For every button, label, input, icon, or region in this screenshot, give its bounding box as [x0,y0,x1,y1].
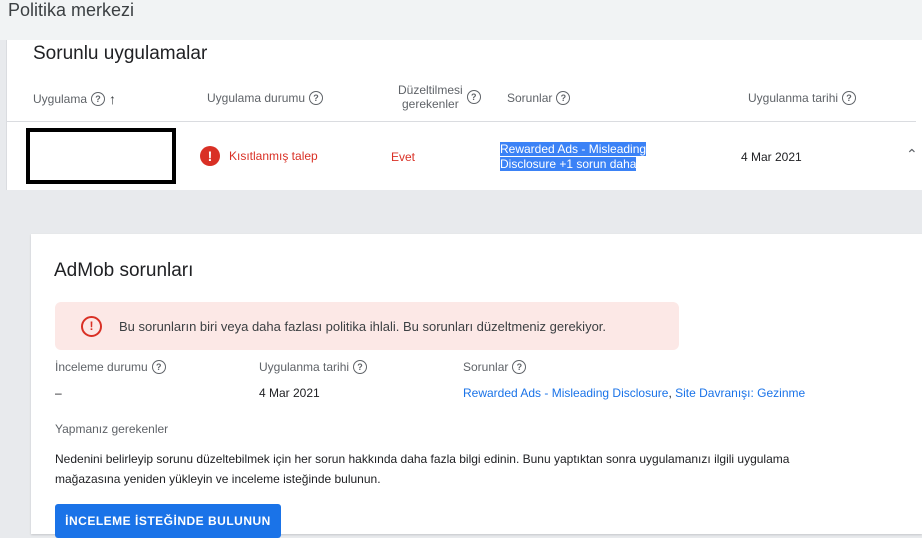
row-divider [6,121,916,122]
app-name-redacted[interactable] [26,128,176,184]
column-header-issues: Sorunlar ? [507,91,571,105]
issue-separator: , [668,386,672,400]
help-icon[interactable]: ? [512,360,527,374]
help-icon[interactable]: ? [842,91,857,105]
policy-alert: ! Bu sorunların biri veya daha fazlası p… [55,302,679,350]
issues-line1: Rewarded Ads - Misleading [500,142,647,156]
issues-cell[interactable]: Rewarded Ads - Misleading Disclosure +1 … [500,142,655,172]
review-status-label: İnceleme durumu ? [55,360,166,374]
column-label-fix-needed-line1: Düzeltilmesi [398,83,463,97]
column-label-fix-needed: Düzeltilmesi gerekenler [398,83,463,111]
column-label-fix-needed-line2: gerekenler [401,97,459,111]
issues-label-text: Sorunlar [463,360,509,374]
issue-links: Rewarded Ads - Misleading Disclosure, Si… [463,386,805,400]
todo-description: Nedenini belirleyip sorunu düzeltebilmek… [55,452,790,486]
enforcement-date-label-text: Uygulanma tarihi [259,360,350,374]
todo-label: Yapmanız gerekenler [55,422,169,436]
column-label-app: Uygulama [33,92,88,106]
issues-line2: Disclosure +1 sorun daha [500,157,637,171]
enforcement-date-label: Uygulanma tarihi ? [259,360,368,374]
expand-chevron-icon[interactable]: ⌃ [906,146,918,163]
column-header-date: Uygulanma tarihi ? [748,91,857,105]
help-icon[interactable]: ? [151,360,166,374]
column-label-issues: Sorunlar [507,91,553,105]
issues-label: Sorunlar ? [463,360,527,374]
column-header-status: Uygulama durumu ? [207,91,324,105]
column-header-app[interactable]: Uygulama ? ↑ [33,91,116,107]
admob-issues-card: AdMob sorunları ! Bu sorunların biri vey… [31,234,922,538]
app-status-cell: ! Kısıtlanmış talep [200,146,318,166]
sort-arrow-up-icon[interactable]: ↑ [109,91,116,107]
enforcement-date-value: 4 Mar 2021 [259,386,320,400]
page-title: Politika merkezi [8,0,135,20]
fix-needed-value: Evet [391,150,416,164]
top-bar: Politika merkezi [0,0,922,40]
review-status-value: – [55,386,62,400]
review-status-label-text: İnceleme durumu [55,360,148,374]
help-icon[interactable]: ? [466,90,481,104]
enforcement-date-value: 4 Mar 2021 [741,150,802,164]
column-label-date: Uygulanma tarihi [748,91,839,105]
alert-text: Bu sorunların biri veya daha fazlası pol… [119,318,607,334]
app-status-text: Kısıtlanmış talep [229,149,318,163]
issue-link-site-behavior[interactable]: Site Davranışı: Gezinme [675,386,805,400]
help-icon[interactable]: ? [309,91,324,105]
column-header-fix-needed: Düzeltilmesi gerekenler ? [398,83,481,111]
problem-apps-title: Sorunlu uygulamalar [33,43,208,64]
error-icon: ! [200,146,220,166]
issue-link-misleading-disclosure[interactable]: Rewarded Ads - Misleading Disclosure [463,386,668,400]
help-icon[interactable]: ? [556,91,571,105]
admob-title: AdMob sorunları [54,260,194,281]
help-icon[interactable]: ? [91,92,106,106]
request-review-button[interactable]: İNCELEME İSTEĞİNDE BULUNUN [55,504,281,538]
error-icon: ! [81,315,102,337]
help-icon[interactable]: ? [353,360,368,374]
column-label-status: Uygulama durumu [207,91,306,105]
